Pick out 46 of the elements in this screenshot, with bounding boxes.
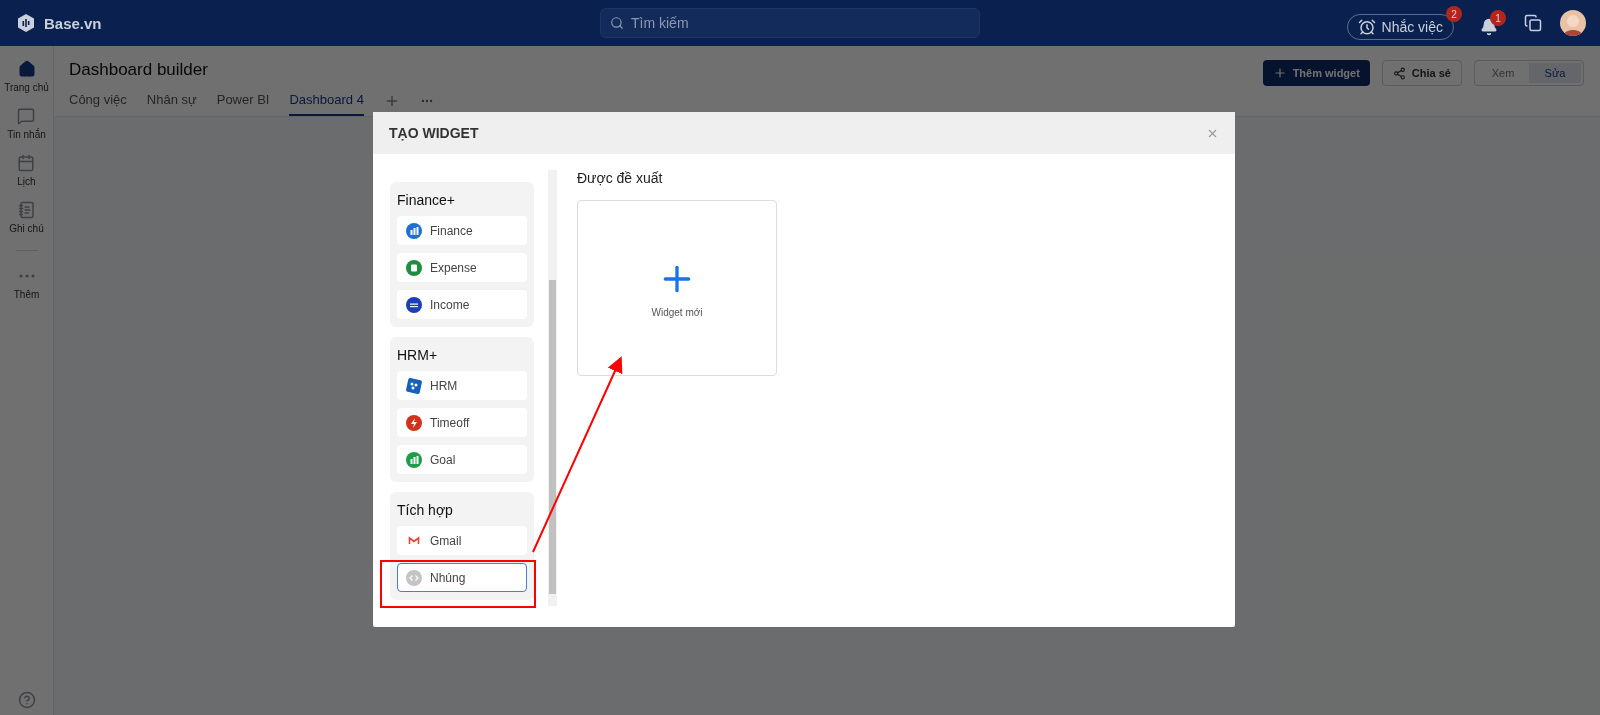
alarm-clock-icon [1357,18,1376,36]
widget-type-item[interactable]: Finance [397,216,527,245]
widget-type-item[interactable]: HRM [397,371,527,400]
mode-option[interactable]: Sửa [1529,63,1581,83]
tab[interactable]: Power BI [216,92,270,116]
logo-text: Base.vn [44,14,102,32]
search-field[interactable]: Tìm kiếm [600,8,980,38]
widget-type-item[interactable]: Timeoff [397,408,527,437]
widget-type-item[interactable]: Income [397,290,527,319]
more-icon [18,274,35,278]
sidebar-item[interactable]: Lịch [17,154,36,187]
logo-icon [16,13,36,33]
widget-type-item[interactable]: Nhúng [397,563,527,592]
group-title: Tích hợp [397,501,454,518]
group-title: Finance+ [397,191,456,208]
notes-icon [17,201,36,219]
page-title: Dashboard builder [69,60,209,80]
home-icon [17,60,36,78]
sidebar-item[interactable]: Ghi chú [9,201,44,234]
search-icon [610,16,624,30]
count-badge: 2 [1446,6,1462,22]
calendar-icon [17,154,36,172]
count-badge: 1 [1490,10,1506,26]
add-widget-button[interactable]: Thêm widget [1262,60,1370,86]
mode-option[interactable]: Xem [1477,63,1529,83]
widget-type-item[interactable]: Goal [397,445,527,474]
plus-icon [1272,66,1287,80]
chat-icon [17,107,36,125]
share-icon [1392,66,1406,80]
avatar[interactable] [1560,10,1586,36]
tab[interactable]: Nhân sự [146,92,197,116]
share-button[interactable]: Chia sẻ [1381,60,1462,86]
dialog-title: TẠO WIDGET [389,125,479,141]
sidebar-item[interactable]: Thêm [13,267,40,300]
scrollbar[interactable] [548,170,557,606]
tab[interactable]: Dashboard 4 [289,92,364,116]
section-heading: Được đề xuất [577,170,664,186]
sidebar-item[interactable]: Trang chủ [4,60,49,93]
sidebar-item[interactable]: Tin nhắn [7,107,46,140]
tab[interactable]: Công việc [69,92,127,116]
copy-icon[interactable] [1524,14,1542,32]
notifications-button[interactable] [1480,18,1498,36]
widget-type-item[interactable]: Gmail [397,526,527,555]
new-widget-card[interactable]: Widget mới [577,200,777,376]
group-title: HRM+ [397,346,439,363]
widget-type-item[interactable]: Expense [397,253,527,282]
